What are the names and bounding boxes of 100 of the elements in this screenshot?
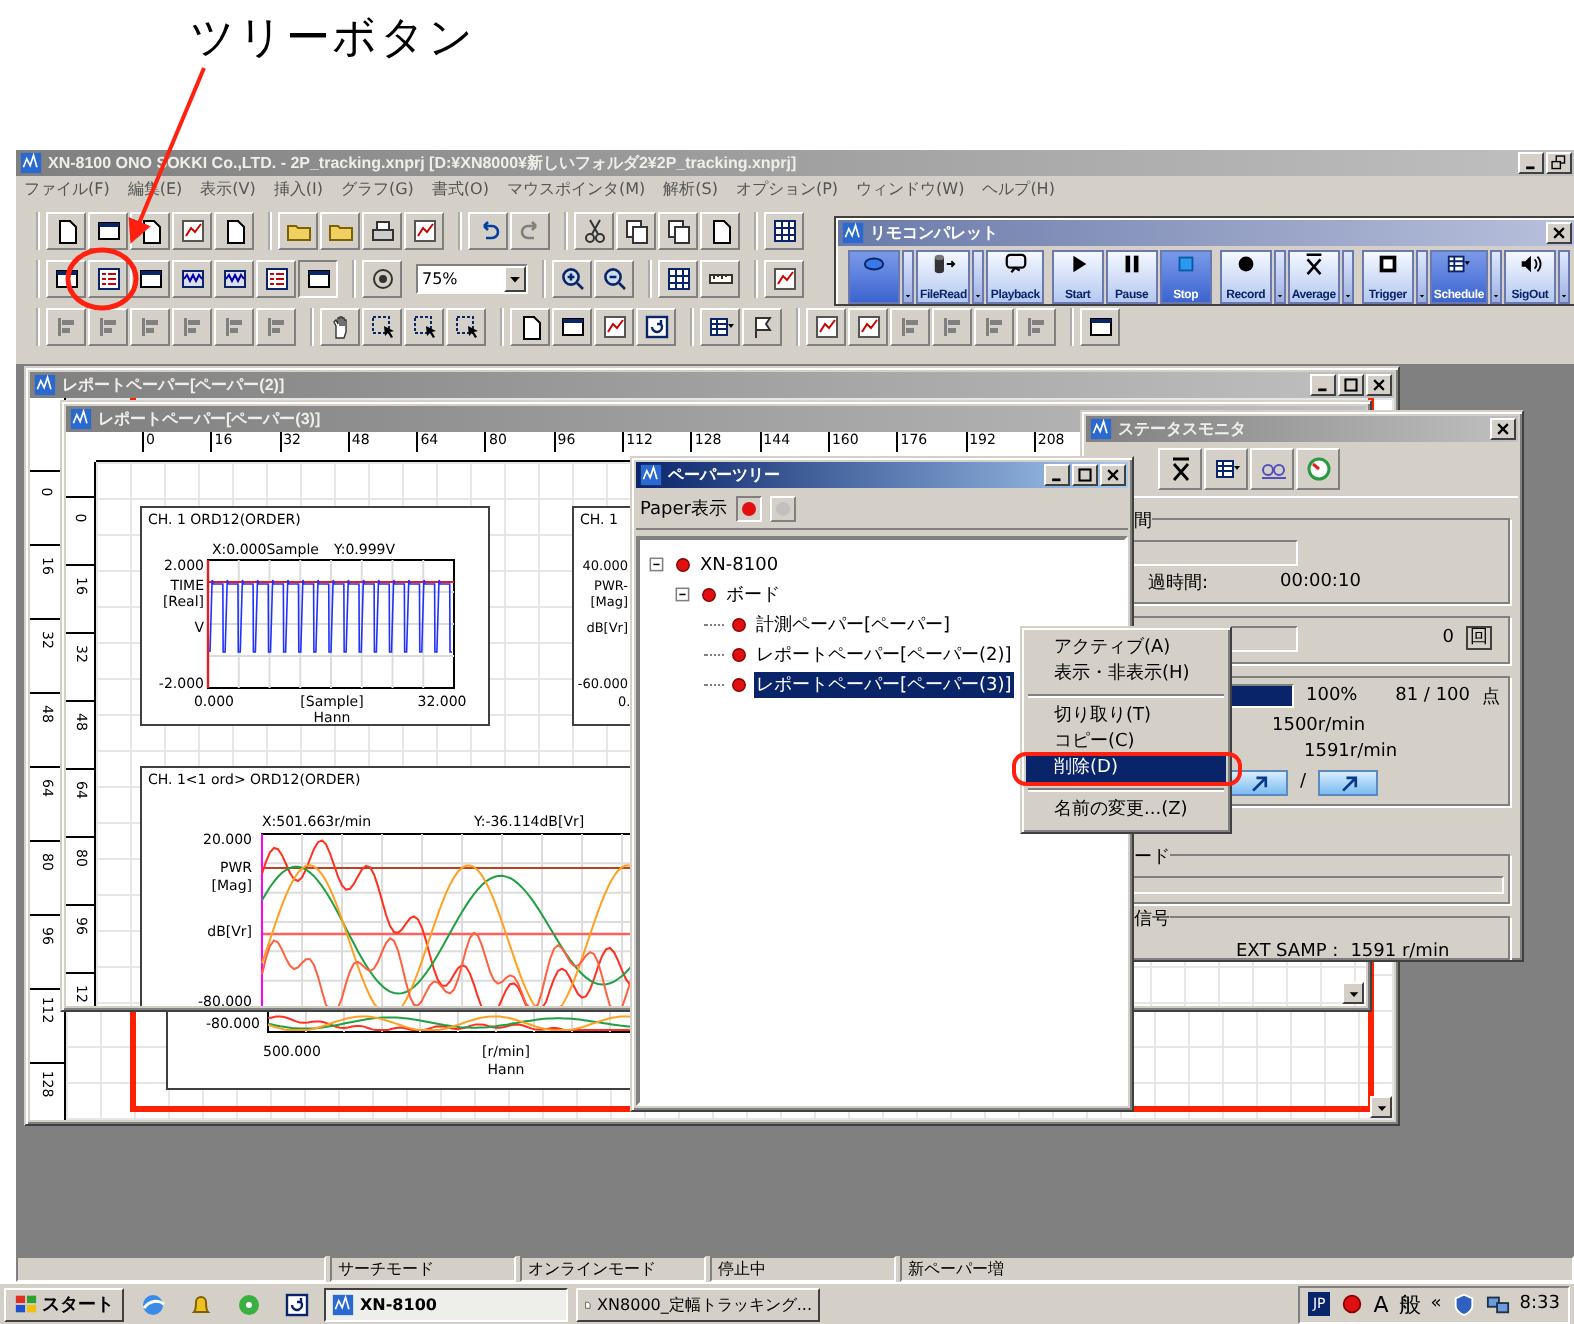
table-icon [707, 314, 733, 340]
start-button[interactable]: スタート [4, 1287, 124, 1321]
dropdown-button[interactable] [1489, 250, 1502, 304]
restore-icon [1550, 154, 1568, 172]
speed-value: 1591r/min [1304, 742, 1398, 762]
gauge-icon [1305, 456, 1331, 482]
minimize-button[interactable] [1518, 152, 1544, 174]
unit-label: 回 [1466, 626, 1492, 650]
annotation-label: ツリーボタン [190, 14, 476, 64]
tree-item[interactable]: レポートペーパー[ペーパー(2)] [754, 642, 1014, 668]
tree-item[interactable]: レポートペーパー[ペーパー(3)] [754, 672, 1014, 698]
status-pane: サーチモード [330, 1256, 516, 1282]
cylinder-icon [931, 252, 956, 276]
grid-icon [665, 266, 691, 292]
hand-icon [327, 314, 353, 340]
window-title: レポートペーパー[ペーパー(2)] [62, 374, 285, 398]
tree-item[interactable]: XN-8100 [698, 555, 781, 575]
menu-item[interactable]: コピー(C) [1026, 730, 1226, 756]
status-pane: 新ペーパー増 [900, 1256, 1574, 1282]
menu-item[interactable]: 表示(V) [200, 178, 256, 200]
close-button[interactable] [1490, 418, 1516, 440]
menu-item[interactable]: 切り取り(T) [1026, 704, 1226, 730]
tree-view-button[interactable] [88, 260, 128, 298]
x-bar-icon [1301, 252, 1326, 276]
menu-item[interactable]: 名前の変更...(Z) [1026, 798, 1226, 824]
menu-item[interactable]: アクティブ(A) [1026, 636, 1226, 662]
dot-icon [773, 499, 791, 517]
toggle-button[interactable] [735, 495, 761, 521]
loop-icon [1003, 252, 1028, 276]
windows-flag-icon [14, 1292, 38, 1316]
scroll-down-button[interactable] [1370, 1096, 1392, 1118]
chart-icon [771, 266, 797, 292]
menu-item[interactable]: マウスポインタ(M) [506, 178, 646, 200]
up-right-arrow-icon [1247, 771, 1269, 793]
app-icon [640, 464, 662, 486]
dropdown-button[interactable] [1273, 250, 1286, 304]
menu-item[interactable]: ウィンドウ(W) [856, 178, 965, 200]
toolbar-button[interactable] [298, 260, 338, 298]
maximize-button[interactable] [1072, 464, 1098, 486]
maximize-button[interactable] [1338, 374, 1364, 396]
tray-expand-button[interactable]: « [1430, 1294, 1442, 1314]
chart-icon [411, 218, 437, 244]
disc-icon [235, 1291, 261, 1317]
menu-item[interactable]: ファイル(F) [24, 178, 110, 200]
window-icon [95, 218, 121, 244]
scroll-down-button[interactable] [1342, 982, 1364, 1004]
elapsed-time: 00:00:10 [1280, 572, 1361, 592]
network-icon [1485, 1292, 1510, 1316]
align-icon [95, 314, 121, 340]
menu-item[interactable]: グラフ(G) [340, 178, 414, 200]
zoom-combo[interactable]: 75% [416, 264, 528, 294]
stop-icon [1173, 252, 1198, 276]
menu-item[interactable]: 表示・非表示(H) [1026, 662, 1226, 688]
taskbar-button[interactable]: XN-8100 [324, 1287, 568, 1321]
dropdown-button[interactable] [972, 250, 985, 304]
window-icon [305, 266, 331, 292]
align-icon [53, 314, 79, 340]
close-button[interactable] [1546, 222, 1572, 244]
app-icon [842, 222, 864, 244]
record-icon [1233, 252, 1258, 276]
flag-icon [749, 314, 775, 340]
palette-button[interactable] [848, 250, 900, 304]
align-icon [939, 314, 965, 340]
copy-icon [623, 218, 649, 244]
printer-icon [369, 218, 395, 244]
count-value: 0 [1440, 628, 1454, 648]
minimize-button[interactable] [1044, 464, 1070, 486]
align-icon [981, 314, 1007, 340]
chart-icon [601, 314, 627, 340]
menu-item[interactable]: オプション(P) [735, 178, 839, 200]
arrow-button[interactable] [1228, 769, 1288, 795]
tree-item[interactable]: 計測ペーパー[ペーパー] [754, 612, 953, 638]
close-button[interactable] [1100, 464, 1126, 486]
zoom-out-icon [601, 266, 627, 292]
globe-icon [139, 1291, 165, 1317]
taskbar-button[interactable]: XN8000_定幅トラッキング... [576, 1287, 820, 1321]
refresh-icon [643, 314, 669, 340]
restore-button[interactable] [1546, 152, 1572, 174]
window-title: リモコンパレット [870, 222, 998, 246]
pointer-icon [411, 314, 437, 340]
dropdown-button[interactable] [902, 250, 914, 304]
app-icon [70, 408, 92, 430]
dropdown-button[interactable] [1341, 250, 1354, 304]
minimize-button[interactable] [1310, 374, 1336, 396]
menu-item[interactable]: 書式(O) [431, 178, 489, 200]
menu-item[interactable]: 削除(D) [1026, 756, 1226, 782]
up-right-arrow-icon [1337, 771, 1360, 793]
arrow-button[interactable] [1318, 769, 1379, 795]
dropdown-button[interactable] [1415, 250, 1428, 304]
refresh-icon [283, 1291, 309, 1317]
menu-item[interactable]: 解析(S) [663, 178, 718, 200]
tree-item[interactable]: ボード [724, 582, 782, 608]
menu-item[interactable]: 挿入(I) [273, 178, 323, 200]
signal-value: 1591 r/min [1350, 942, 1450, 960]
menu-item[interactable]: ヘルプ(H) [982, 178, 1055, 200]
align-icon [137, 314, 163, 340]
chart-icon [813, 314, 839, 340]
close-button[interactable] [1366, 374, 1392, 396]
grid-icon [771, 218, 797, 244]
caret-icon [904, 290, 912, 302]
